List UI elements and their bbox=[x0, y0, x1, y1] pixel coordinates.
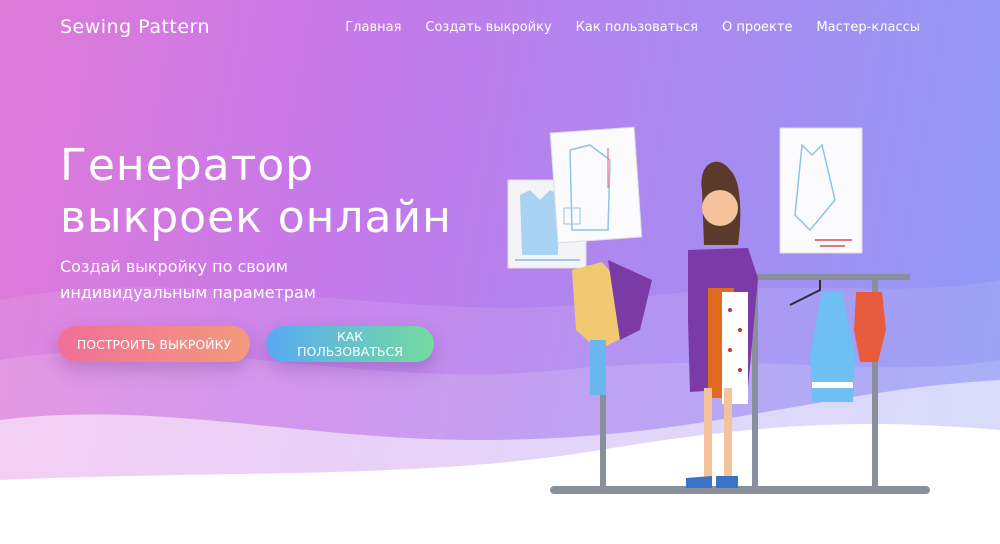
nav-item-master-classes[interactable]: Мастер-классы bbox=[816, 20, 920, 35]
build-pattern-button[interactable]: ПОСТРОИТЬ ВЫКРОЙКУ bbox=[58, 326, 250, 362]
nav-item-create-pattern[interactable]: Создать выкройку bbox=[425, 20, 551, 35]
how-to-use-button[interactable]: КАК ПОЛЬЗОВАТЬСЯ bbox=[266, 326, 434, 362]
mannequin bbox=[572, 260, 652, 486]
site-logo[interactable]: Sewing Pattern bbox=[60, 16, 210, 38]
hero-section: Sewing Pattern Главная Создать выкройку … bbox=[0, 0, 1000, 544]
pattern-sheet-middle bbox=[549, 126, 643, 244]
pattern-sheet-right bbox=[779, 127, 863, 254]
hero-subtitle: Создай выкройку по своим индивидуальным … bbox=[60, 254, 380, 306]
hero-subtitle-line2: индивидуальным параметрам bbox=[60, 283, 316, 302]
hero-title: Генератор выкроек онлайн bbox=[60, 140, 452, 244]
hero-title-line2: выкроек онлайн bbox=[60, 192, 452, 243]
nav-item-how-to-use[interactable]: Как пользоваться bbox=[576, 20, 698, 35]
main-nav: Главная Создать выкройку Как пользоватьс… bbox=[345, 20, 920, 35]
seamstress-illustration bbox=[507, 126, 930, 494]
nav-item-about[interactable]: О проекте bbox=[722, 20, 793, 35]
seamstress-figure bbox=[686, 161, 758, 488]
hero-title-line1: Генератор bbox=[60, 140, 315, 191]
nav-item-home[interactable]: Главная bbox=[345, 20, 401, 35]
hero-subtitle-line1: Создай выкройку по своим bbox=[60, 257, 288, 276]
